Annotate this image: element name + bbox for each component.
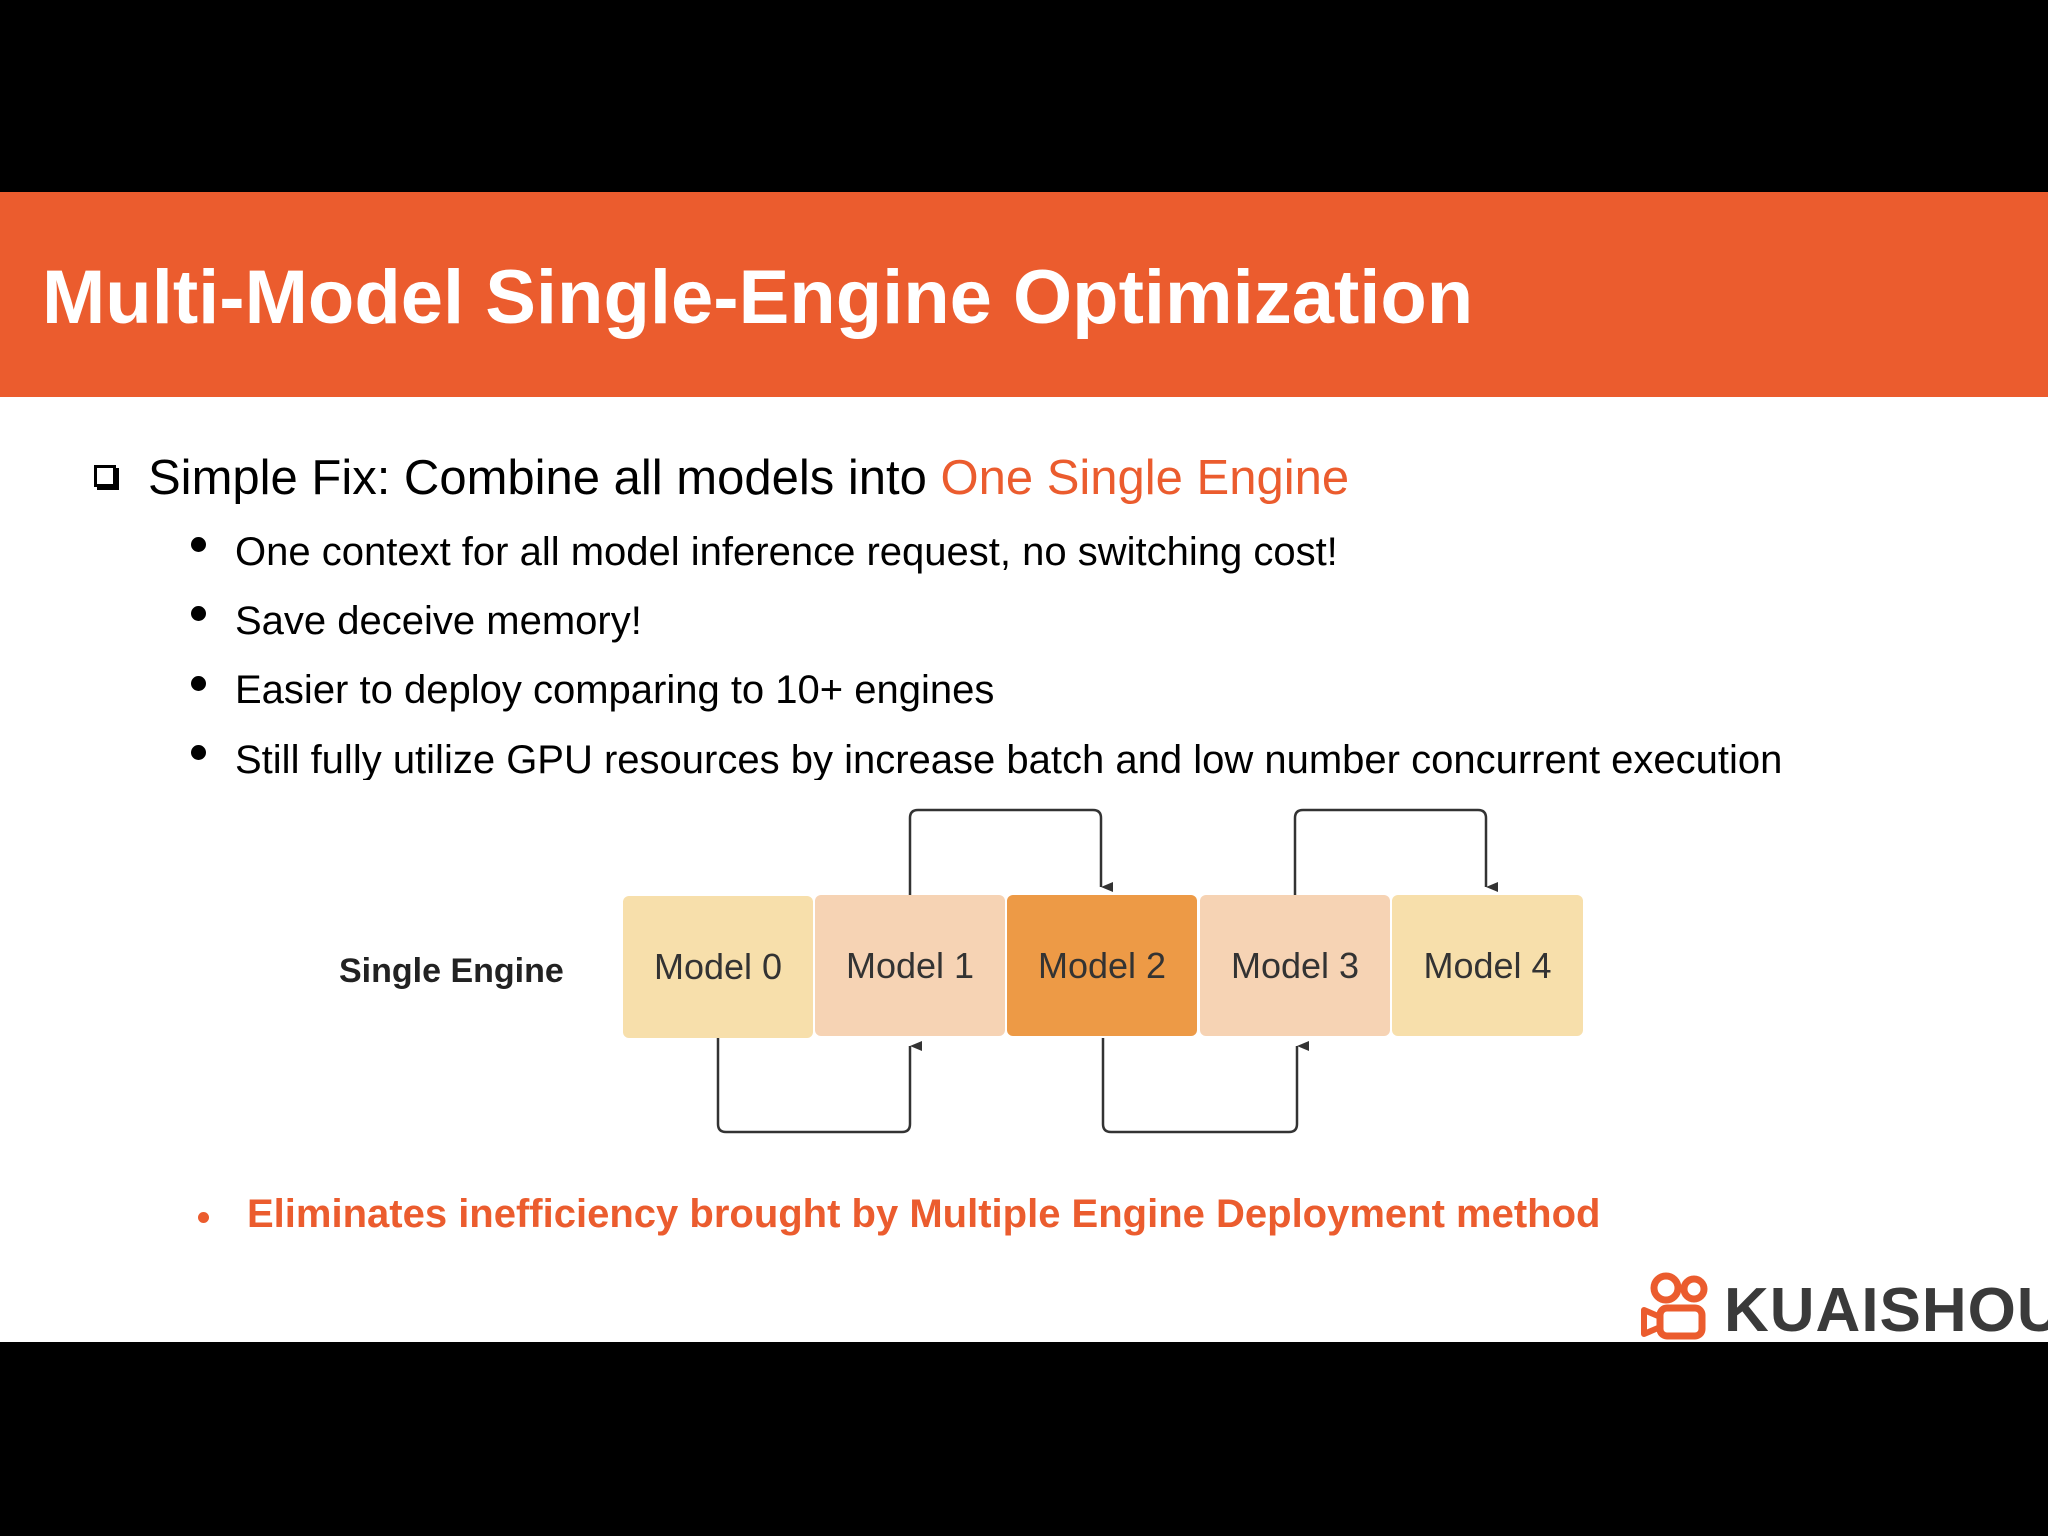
model-label: Model 3 <box>1230 944 1360 986</box>
arrow-model2-to-model3 <box>1101 1038 1309 1134</box>
flow-arrows <box>716 808 1498 1134</box>
model-box-2: Model 2 <box>1007 895 1197 1036</box>
model-box-3: Model 3 <box>1200 895 1390 1036</box>
arrow-model3-to-model4 <box>1293 808 1498 895</box>
kuaishou-logo-icon <box>1641 1272 1708 1340</box>
model-box-4: Model 4 <box>1392 895 1583 1036</box>
conclusion-text: Eliminates inefficiency brought by Multi… <box>247 1192 1601 1236</box>
model-label: Model 0 <box>653 946 783 987</box>
conclusion-bullet-icon <box>198 1212 209 1223</box>
model-box-0: Model 0 <box>623 896 813 1038</box>
slide: Multi-Model Single-Engine Optimization S… <box>0 192 2048 1342</box>
kuaishou-logo-text: KUAISHOU <box>1724 1276 2048 1342</box>
arrow-model1-to-model2 <box>908 808 1113 895</box>
arrow-model0-to-model1 <box>716 1038 922 1134</box>
model-label: Model 1 <box>845 944 975 986</box>
model-box-1: Model 1 <box>815 895 1005 1036</box>
model-label: Model 2 <box>1037 944 1167 986</box>
model-label: Model 4 <box>1423 944 1552 986</box>
